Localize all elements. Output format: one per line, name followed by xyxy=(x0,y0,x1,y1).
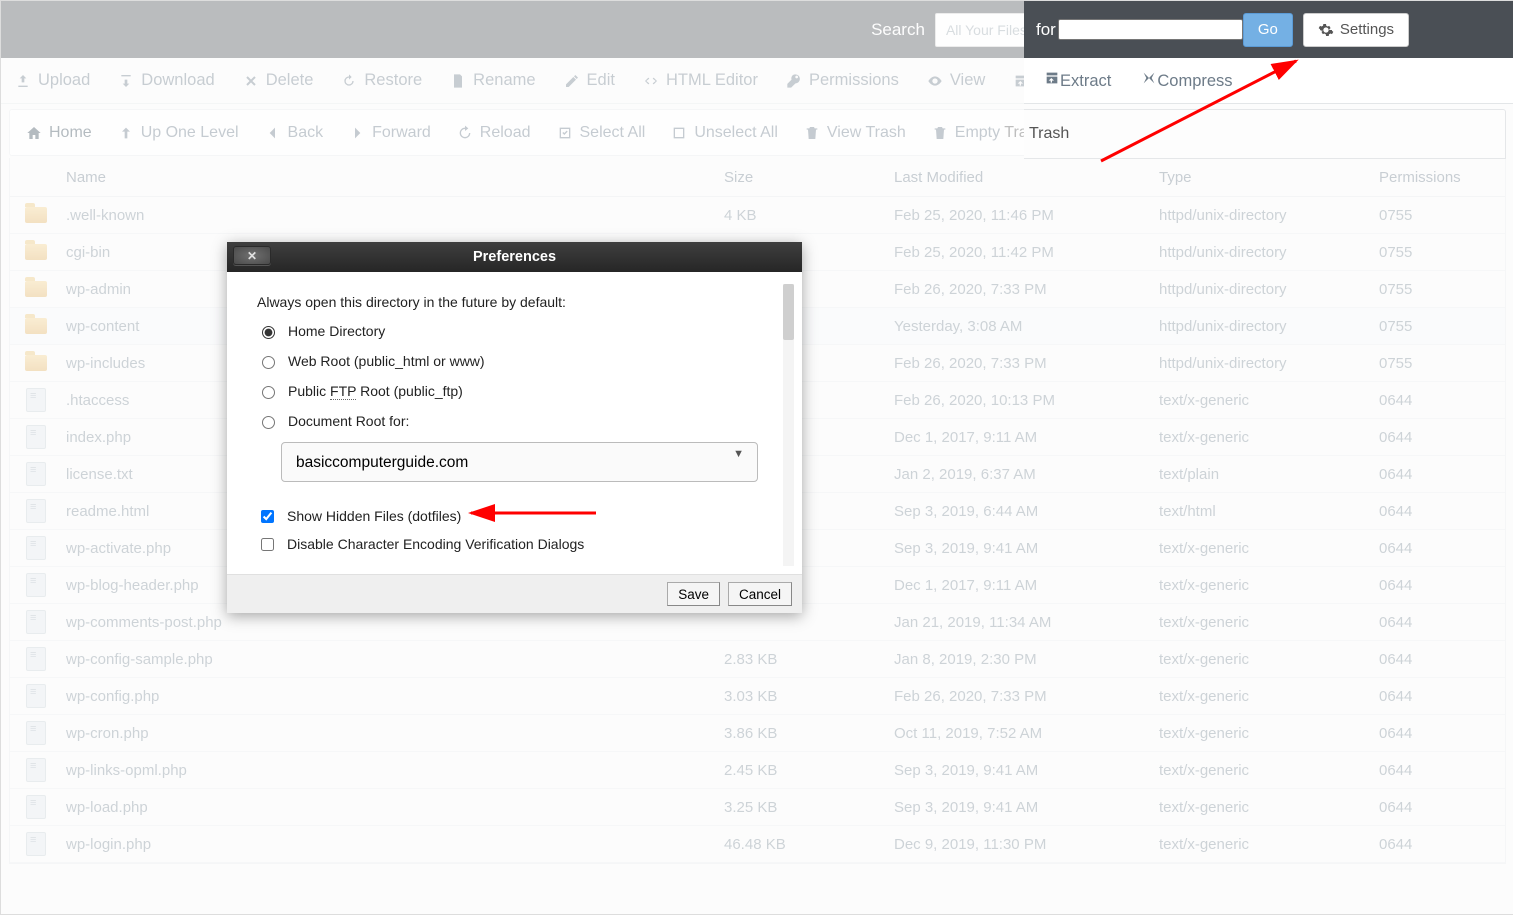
dialog-footer: Save Cancel xyxy=(227,574,802,613)
radio-ftp[interactable] xyxy=(262,386,275,399)
save-button[interactable]: Save xyxy=(667,582,720,606)
default-dir-heading: Always open this directory in the future… xyxy=(257,294,758,310)
dialog-title: Preferences xyxy=(473,249,556,265)
checkbox-hidden[interactable] xyxy=(261,510,274,523)
extract-button[interactable]: Extract xyxy=(1044,70,1111,91)
extract-icon xyxy=(1044,70,1060,86)
compress-icon xyxy=(1141,70,1157,86)
search-input[interactable] xyxy=(1058,19,1243,40)
go-button[interactable]: Go xyxy=(1243,13,1293,47)
opt-ftp-root[interactable]: Public FTP Root (public_ftp) xyxy=(257,376,758,406)
opt-web-root[interactable]: Web Root (public_html or www) xyxy=(257,346,758,376)
undimmed-region: for Go Settings Extract Compress Trash xyxy=(1024,1,1513,157)
preferences-dialog: ✕ Preferences Always open this directory… xyxy=(227,242,802,613)
dialog-scrollbar[interactable] xyxy=(783,284,794,566)
cancel-button[interactable]: Cancel xyxy=(728,582,792,606)
radio-web[interactable] xyxy=(262,356,275,369)
empty-trash-label-visible[interactable]: Trash xyxy=(1029,125,1069,143)
radio-home[interactable] xyxy=(262,326,275,339)
opt-doc-root[interactable]: Document Root for: xyxy=(257,406,758,436)
app-window: Search All Your Files for Go Settings Up… xyxy=(0,0,1513,915)
document-root-select[interactable]: basiccomputerguide.com xyxy=(281,442,758,482)
settings-button[interactable]: Settings xyxy=(1303,13,1409,47)
gear-icon xyxy=(1318,22,1334,38)
radio-docroot[interactable] xyxy=(262,416,275,429)
dialog-close-button[interactable]: ✕ xyxy=(233,246,271,265)
dialog-title-bar: ✕ Preferences xyxy=(227,242,802,272)
show-hidden-files-checkbox[interactable]: Show Hidden Files (dotfiles) xyxy=(257,502,758,530)
search-for-label: for xyxy=(1036,20,1056,40)
checkbox-encoding[interactable] xyxy=(261,538,274,551)
compress-button[interactable]: Compress xyxy=(1141,70,1232,91)
opt-home-directory[interactable]: Home Directory xyxy=(257,316,758,346)
disable-encoding-checkbox[interactable]: Disable Character Encoding Verification … xyxy=(257,530,758,558)
